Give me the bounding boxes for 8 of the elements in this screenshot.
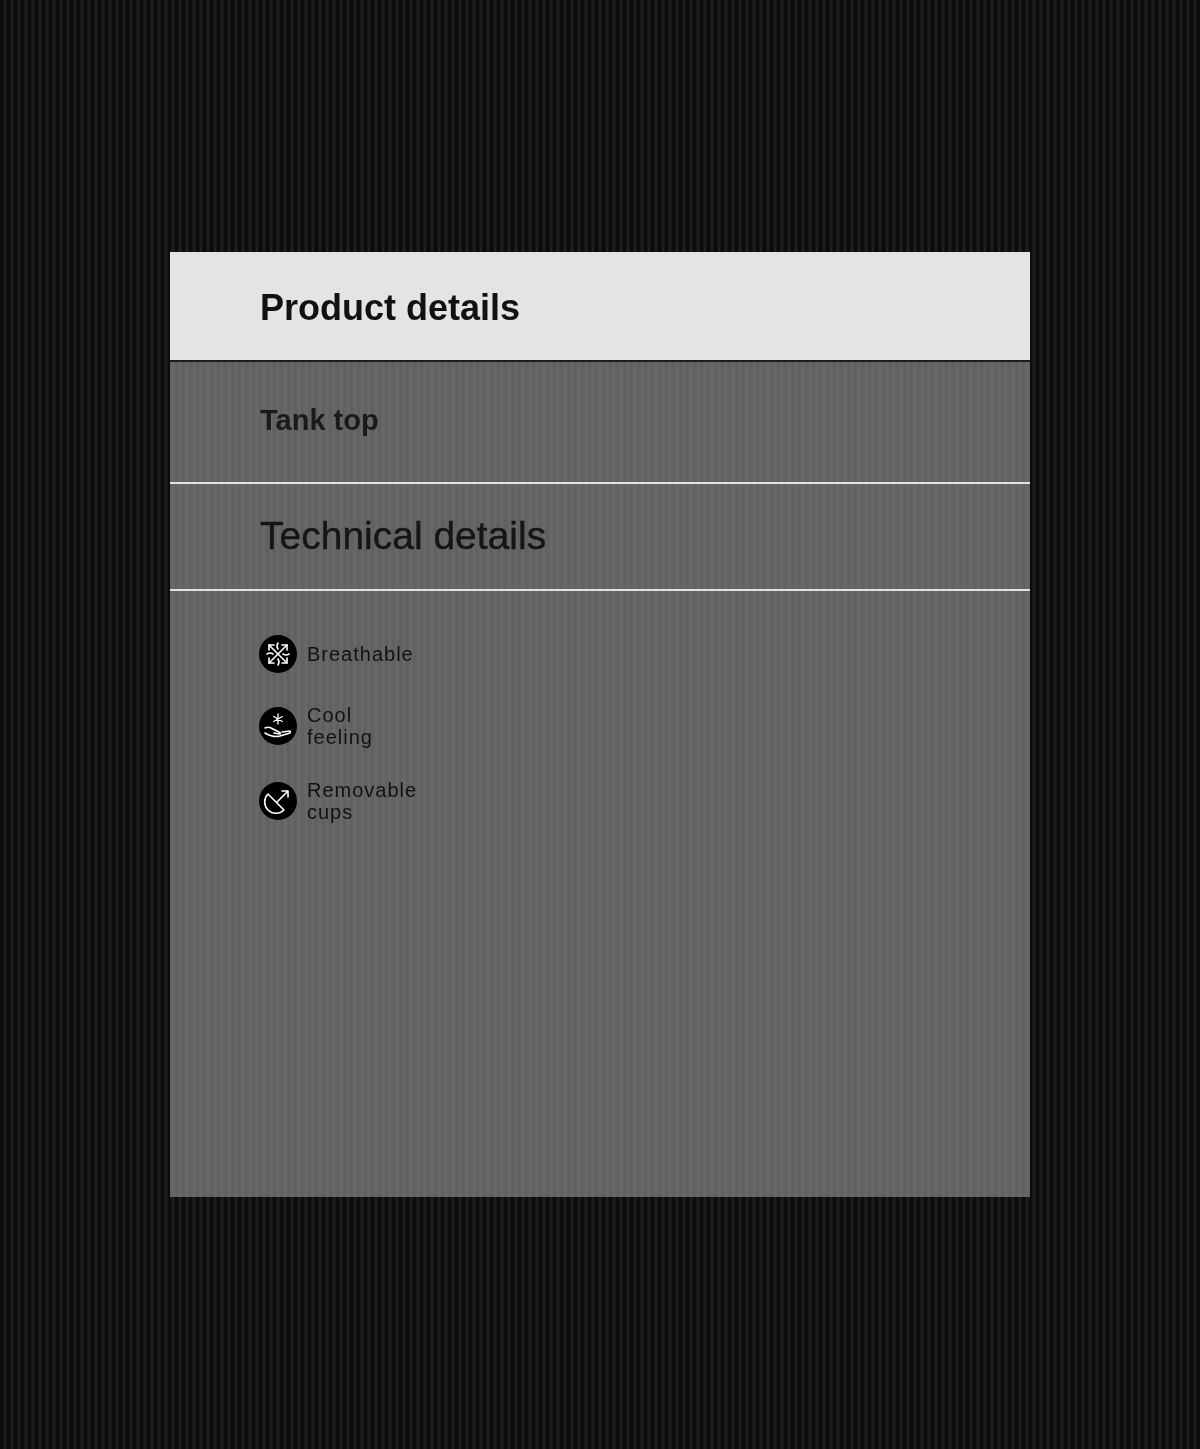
snowflake-hand-icon <box>259 707 297 745</box>
section-title: Technical details <box>260 515 547 558</box>
panel-title: Product details <box>260 286 521 328</box>
feature-label: Breathable <box>307 643 415 665</box>
feature-label: Cool feeling <box>307 704 374 748</box>
cross-arrows-icon <box>259 635 297 673</box>
feature-label: Removable cups <box>307 779 419 823</box>
product-name: Tank top <box>260 405 379 439</box>
